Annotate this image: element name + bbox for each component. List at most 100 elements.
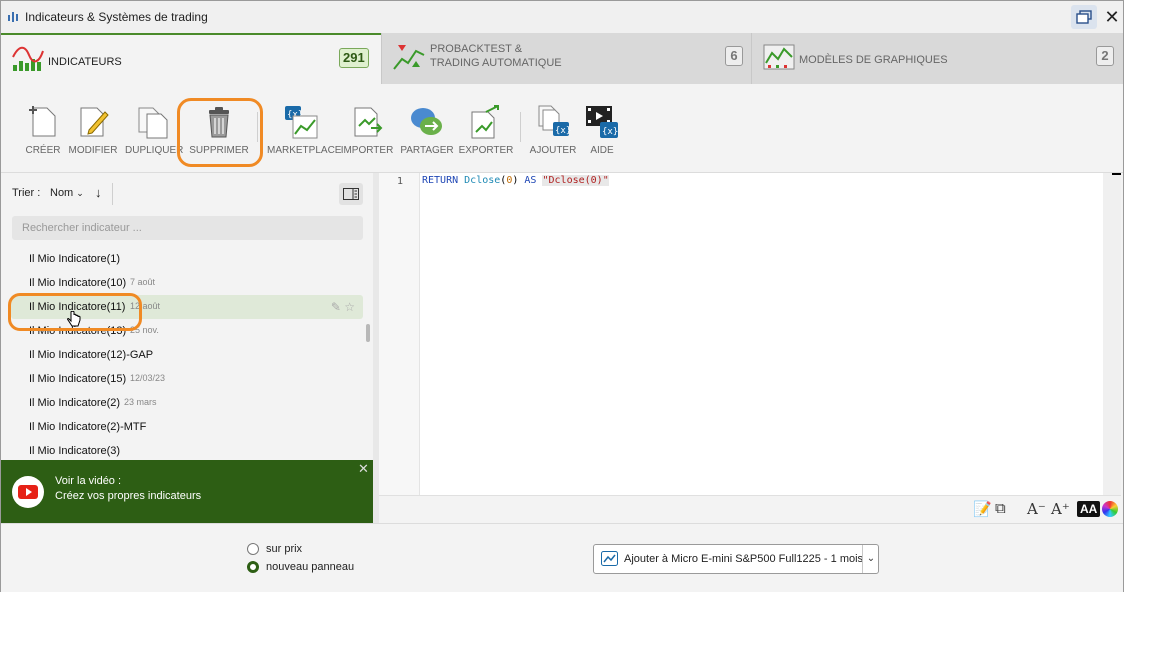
- export-button[interactable]: EXPORTER: [459, 84, 513, 172]
- indicators-window: Indicateurs & Systèmes de trading ✕ INDI…: [0, 0, 1124, 592]
- star-icon[interactable]: ☆: [344, 300, 355, 314]
- list-scrollbar-thumb[interactable]: [366, 324, 370, 342]
- share-icon: [411, 108, 442, 135]
- marketplace-icon: {x}: [285, 106, 318, 139]
- line-gutter: 1: [379, 173, 420, 495]
- copy-icon[interactable]: ⧉: [995, 500, 1006, 517]
- svg-text:{x}: {x}: [555, 126, 571, 136]
- video-title: Voir la vidéo :: [55, 475, 122, 487]
- bottom-bar: sur prix nouveau panneau Ajouter à Micro…: [1, 523, 1123, 592]
- youtube-icon: [12, 476, 44, 508]
- video-promo-banner[interactable]: Voir la vidéo : Créez vos propres indica…: [1, 460, 373, 523]
- export-icon: [471, 105, 499, 139]
- editor-scroll-marker: [1112, 173, 1121, 175]
- marketplace-label: MARKETPLACE: [267, 145, 342, 156]
- keyword-return: RETURN: [422, 175, 459, 186]
- create-button[interactable]: CRÉER: [25, 84, 61, 172]
- sort-dropdown[interactable]: Nom ⌄: [50, 187, 84, 199]
- edit-note-icon[interactable]: 📝: [973, 500, 992, 518]
- list-item[interactable]: Il Mio Indicatore(12)-GAP: [1, 343, 363, 367]
- add-to-chart-label: Ajouter à Micro E-mini S&P500 Full1225 -…: [624, 553, 864, 565]
- item-name: Il Mio Indicatore(15): [29, 373, 127, 385]
- line-number: 1: [397, 176, 404, 187]
- share-button[interactable]: PARTAGER: [400, 84, 454, 172]
- code-editor[interactable]: 1 RETURN Dclose(0) AS "Dclose(0)": [379, 173, 1121, 495]
- tab-probacktest-label-1: PROBACKTEST &: [430, 43, 523, 55]
- color-wheel-icon[interactable]: [1102, 501, 1118, 517]
- title-bar: Indicateurs & Systèmes de trading ✕: [1, 1, 1123, 34]
- app-chart-icon: [8, 12, 18, 22]
- radio-on-price[interactable]: [247, 543, 259, 555]
- tab-chart-templates-count: 2: [1096, 46, 1114, 66]
- list-item[interactable]: Il Mio Indicatore(2)-MTF: [1, 415, 363, 439]
- font-increase-icon[interactable]: A⁺: [1051, 500, 1070, 518]
- add-button[interactable]: {x} AJOUTER: [530, 84, 576, 172]
- font-decrease-icon[interactable]: A⁻: [1027, 500, 1046, 518]
- list-item[interactable]: Il Mio Indicatore(10) 7 août: [1, 271, 363, 295]
- chevron-down-icon: ⌄: [76, 188, 84, 198]
- video-subtitle: Créez vos propres indicateurs: [55, 490, 202, 502]
- tab-probacktest-count: 6: [725, 46, 743, 66]
- list-item[interactable]: Il Mio Indicatore(1): [1, 247, 363, 271]
- editor-scrollbar[interactable]: [1103, 173, 1121, 495]
- help-label: AIDE: [590, 145, 614, 156]
- video-help-icon: {x}: [586, 106, 618, 138]
- tab-bar: INDICATEURS 291 PROBACKTEST & TRADING AU…: [1, 33, 1123, 84]
- modify-label: MODIFIER: [68, 145, 118, 156]
- restore-icon: [1076, 10, 1092, 24]
- duplicate-icon: [138, 107, 168, 139]
- keyword-as: AS: [524, 175, 537, 186]
- item-name: Il Mio Indicatore(12)-GAP: [29, 349, 154, 361]
- theme-contrast-icon[interactable]: AA: [1077, 501, 1101, 517]
- help-button[interactable]: {x} AIDE: [584, 84, 620, 172]
- radio-new-panel[interactable]: [247, 561, 259, 573]
- import-icon: [354, 107, 383, 137]
- editor-toolbar: 📝 ⧉ A⁻ A⁺ AA: [379, 495, 1121, 524]
- radio-new-panel-label: nouveau panneau: [266, 561, 355, 573]
- toolbar-separator: [520, 112, 521, 142]
- item-name: Il Mio Indicatore(3): [29, 445, 121, 457]
- list-item[interactable]: Il Mio Indicatore(15) 12/03/23: [1, 367, 363, 391]
- add-to-chart-button[interactable]: Ajouter à Micro E-mini S&P500 Full1225 -…: [593, 544, 879, 574]
- chart-line-icon: [601, 551, 618, 566]
- duplicate-button[interactable]: DUPLIQUER: [125, 84, 183, 172]
- pencil-icon[interactable]: ✎: [331, 300, 341, 314]
- chevron-down-icon[interactable]: ⌄: [862, 545, 879, 573]
- marketplace-button[interactable]: {x} MARKETPLACE: [267, 84, 341, 172]
- import-label: IMPORTER: [340, 145, 394, 156]
- tab-probacktest[interactable]: PROBACKTEST & TRADING AUTOMATIQUE 6: [381, 33, 751, 84]
- duplicate-label: DUPLIQUER: [125, 145, 184, 156]
- sort-value: Nom: [50, 187, 74, 199]
- sort-label: Trier :: [12, 187, 41, 199]
- close-icon: ✕: [1104, 6, 1120, 27]
- share-label: PARTAGER: [400, 145, 454, 156]
- close-window-button[interactable]: ✕: [1099, 5, 1125, 29]
- close-banner-icon[interactable]: ✕: [358, 461, 369, 477]
- hand-cursor-icon: [67, 311, 81, 327]
- indicator-list: Il Mio Indicatore(1) Il Mio Indicatore(1…: [1, 247, 363, 463]
- tab-probacktest-label-2: TRADING AUTOMATIQUE: [430, 57, 562, 69]
- toggle-panel-button[interactable]: [339, 183, 363, 205]
- tab-indicators[interactable]: INDICATEURS 291: [1, 33, 381, 84]
- radio-on-price-label: sur prix: [266, 543, 303, 555]
- svg-text:{x}: {x}: [602, 127, 618, 137]
- indicators-icon: [12, 46, 44, 71]
- string-literal: "Dclose(0)": [542, 175, 609, 186]
- chart-template-icon: [763, 44, 795, 70]
- tab-indicators-count: 291: [339, 48, 369, 68]
- modify-button[interactable]: MODIFIER: [69, 84, 117, 172]
- sort-direction-arrow-icon[interactable]: ↓: [95, 185, 102, 200]
- restore-window-button[interactable]: [1071, 5, 1097, 29]
- code-line[interactable]: RETURN Dclose(0) AS "Dclose(0)": [422, 175, 609, 186]
- item-name: Il Mio Indicatore(2)-MTF: [29, 421, 147, 433]
- import-button[interactable]: IMPORTER: [341, 84, 393, 172]
- item-date: 23 mars: [124, 397, 157, 407]
- search-indicator-input[interactable]: [12, 216, 363, 240]
- list-item[interactable]: Il Mio Indicatore(2) 23 mars: [1, 391, 363, 415]
- add-to-chart-icon: {x}: [538, 105, 571, 136]
- sort-separator: [112, 183, 113, 205]
- export-label: EXPORTER: [458, 145, 514, 156]
- item-date: 7 août: [130, 277, 156, 287]
- tab-indicators-label: INDICATEURS: [48, 56, 122, 68]
- tab-chart-templates[interactable]: MODÈLES DE GRAPHIQUES 2: [751, 33, 1123, 84]
